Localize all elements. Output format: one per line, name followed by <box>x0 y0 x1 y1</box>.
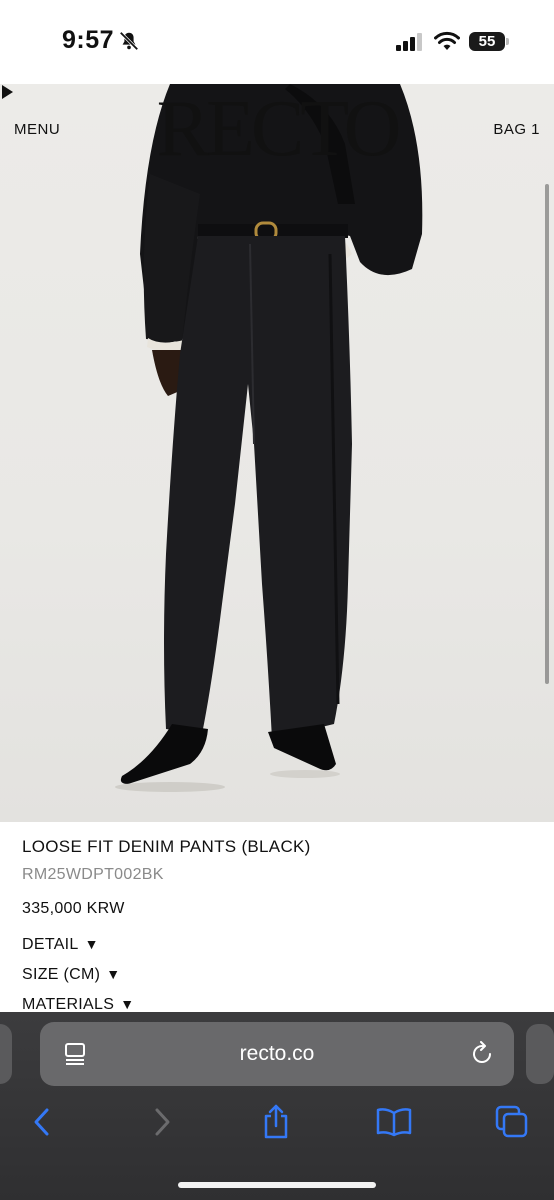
tabs-icon[interactable] <box>492 1102 532 1142</box>
forward-icon[interactable] <box>142 1102 182 1142</box>
triangle-down-icon: ▼ <box>120 996 135 1012</box>
url-text[interactable]: recto.co <box>40 1042 514 1066</box>
status-time: 9:57 <box>62 26 115 54</box>
size-toggle[interactable]: SIZE (CM) ▼ <box>22 966 120 984</box>
battery-level: 55 <box>478 33 496 50</box>
next-tab-preview[interactable] <box>526 1024 554 1084</box>
triangle-down-icon: ▼ <box>106 966 121 982</box>
site-logo[interactable]: RECTO <box>0 86 554 172</box>
bag-link[interactable]: BAG 1 <box>493 121 540 138</box>
next-image-icon[interactable] <box>0 84 14 100</box>
scrollbar[interactable] <box>545 184 549 684</box>
triangle-down-icon: ▼ <box>84 936 99 952</box>
cellular-signal-icon <box>396 33 422 51</box>
share-icon[interactable] <box>256 1102 296 1142</box>
menu-link[interactable]: MENU <box>14 121 60 138</box>
previous-tab-preview[interactable] <box>0 1024 12 1084</box>
status-bar: 9:57 55 <box>0 0 554 84</box>
home-indicator[interactable] <box>178 1182 376 1188</box>
wifi-icon <box>434 31 460 50</box>
product-photo <box>115 84 423 792</box>
detail-label: DETAIL <box>22 936 79 953</box>
product-sku: RM25WDPT002BK <box>22 866 164 883</box>
browser-toolbar: recto.co <box>0 1012 554 1200</box>
product-info: LOOSE FIT DENIM PANTS (BLACK) RM25WDPT00… <box>0 822 554 1013</box>
battery-nub <box>506 38 509 45</box>
product-title: LOOSE FIT DENIM PANTS (BLACK) <box>22 837 311 856</box>
product-price: 335,000 KRW <box>22 900 125 917</box>
bookmarks-icon[interactable] <box>374 1102 414 1142</box>
detail-toggle[interactable]: DETAIL ▼ <box>22 936 99 954</box>
size-label: SIZE (CM) <box>22 966 101 983</box>
materials-label: MATERIALS <box>22 996 115 1013</box>
back-icon[interactable] <box>22 1102 62 1142</box>
bell-slash-icon <box>119 31 139 51</box>
battery-icon: 55 <box>469 32 505 51</box>
reload-icon[interactable] <box>470 1041 494 1067</box>
product-image[interactable]: RECTO MENU BAG 1 <box>0 84 554 822</box>
address-bar[interactable]: recto.co <box>40 1022 514 1086</box>
